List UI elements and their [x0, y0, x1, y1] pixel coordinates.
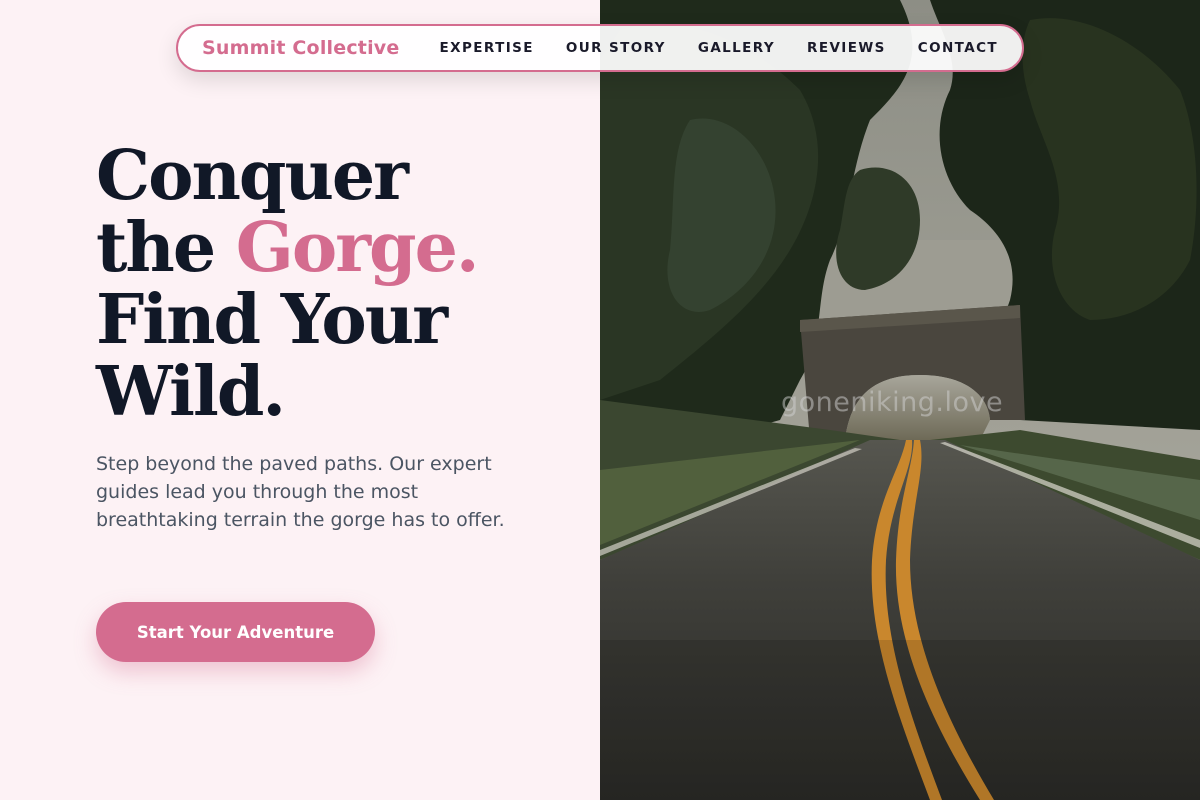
hero-headline: Conquer the Gorge. Find Your Wild. — [96, 140, 576, 428]
nav-menu: EXPERTISE OUR STORY GALLERY REVIEWS CONT… — [440, 40, 998, 56]
hero-subtitle: Step beyond the paved paths. Our expert … — [96, 453, 505, 531]
nav-link-expertise[interactable]: EXPERTISE — [440, 40, 534, 56]
nav-link-reviews[interactable]: REVIEWS — [807, 40, 886, 56]
nav-link-contact[interactable]: CONTACT — [918, 40, 998, 56]
headline-line-3: Find Your — [96, 280, 448, 360]
brand-logo-link[interactable]: Summit Collective — [202, 37, 399, 59]
headline-line-2-prefix: the — [96, 208, 236, 288]
headline-line-4: Wild. — [96, 352, 286, 432]
image-watermark: goneniking.love — [781, 387, 1004, 418]
headline-line-1: Conquer — [96, 136, 409, 216]
nav-link-gallery[interactable]: GALLERY — [698, 40, 775, 56]
headline-accent-word: Gorge. — [235, 208, 480, 288]
navbar: Summit Collective EXPERTISE OUR STORY GA… — [176, 24, 1024, 72]
nav-link-our-story[interactable]: OUR STORY — [566, 40, 666, 56]
start-adventure-button[interactable]: Start Your Adventure — [96, 602, 375, 662]
